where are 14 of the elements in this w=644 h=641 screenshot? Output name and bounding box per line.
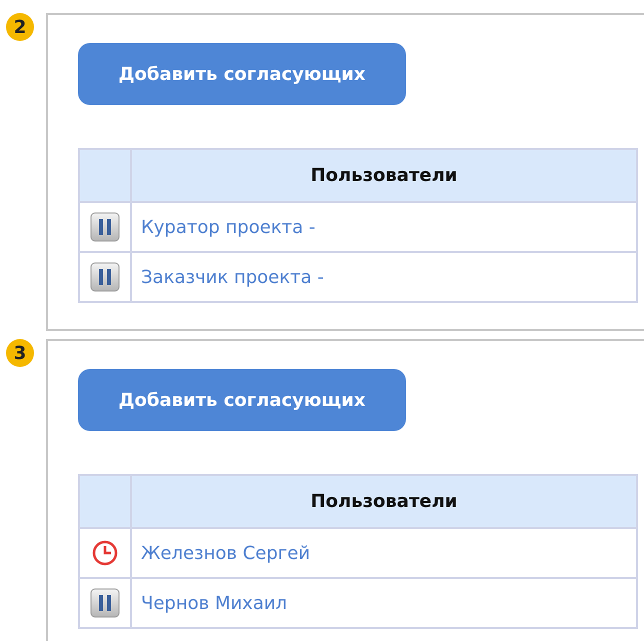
add-approvers-button[interactable]: Добавить согласующих [78,369,406,431]
pause-icon[interactable] [90,212,120,242]
clock-icon [92,540,118,566]
pause-icon[interactable] [90,262,120,292]
column-header: Пользователи [131,149,637,202]
user-link[interactable]: Заказчик проекта - [133,266,324,288]
column-header: Пользователи [131,475,637,528]
step-badge: 2 [6,13,34,41]
step-badge: 3 [6,339,34,367]
add-approvers-button[interactable]: Добавить согласующих [78,43,406,105]
user-link[interactable]: Железнов Сергей [133,542,310,564]
user-link[interactable]: Куратор проекта - [133,216,316,238]
pause-icon[interactable] [90,588,120,618]
user-link[interactable]: Чернов Михаил [133,592,288,614]
